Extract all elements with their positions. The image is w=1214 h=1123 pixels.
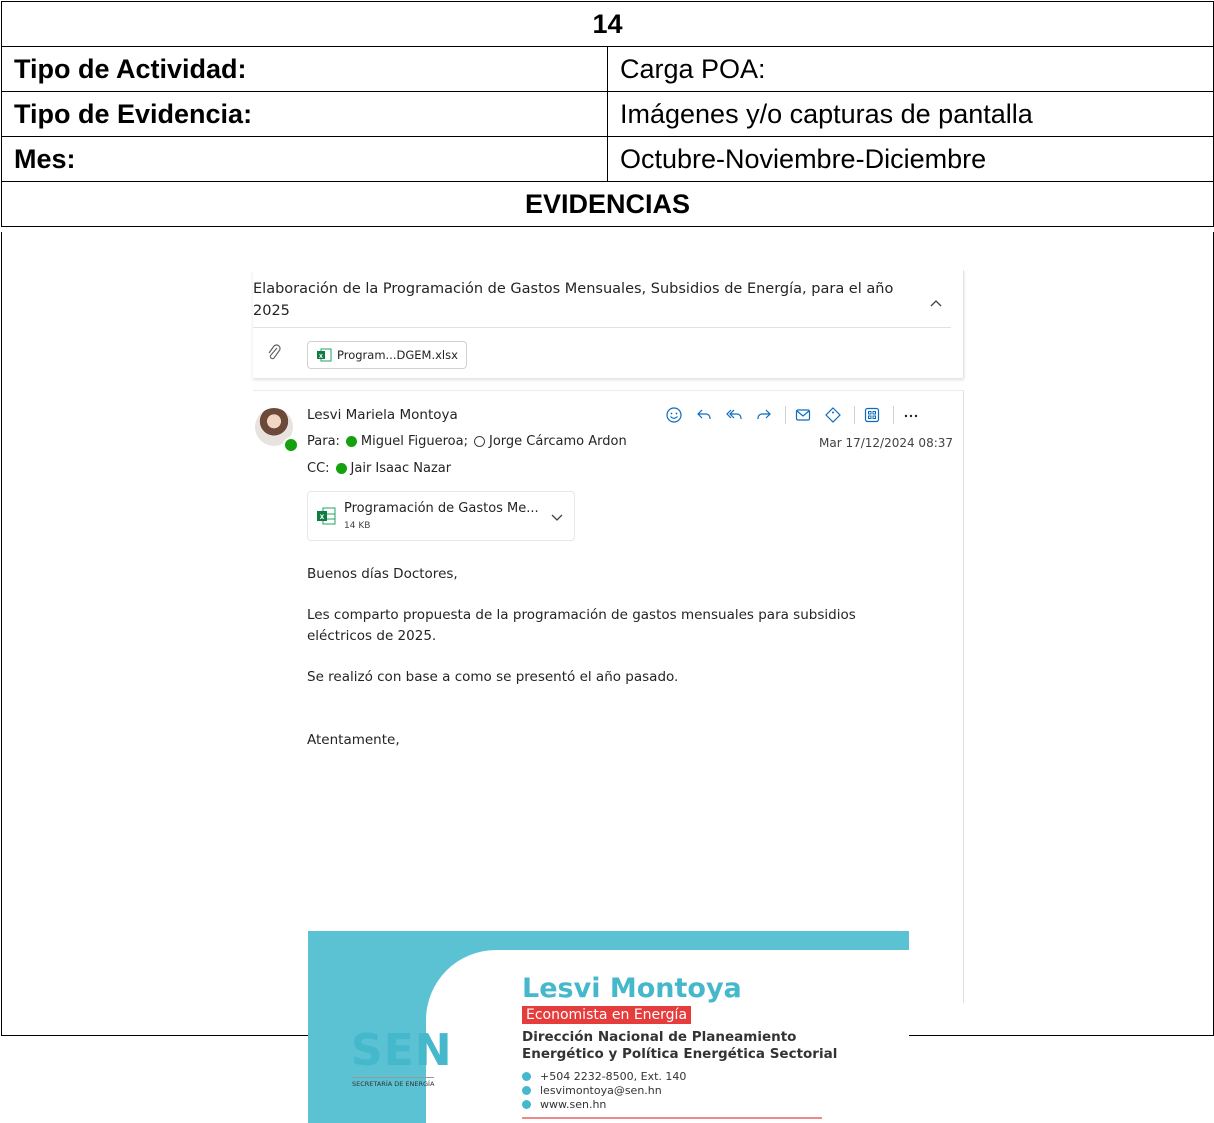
recipient[interactable]: Miguel Figueroa; <box>361 434 468 449</box>
signature-role: Economista en Energía <box>522 1006 692 1024</box>
presence-available-icon <box>345 436 357 447</box>
phone-icon <box>522 1072 531 1081</box>
apps-icon[interactable] <box>859 404 885 426</box>
activity-type-label: Tipo de Actividad: <box>1 46 608 92</box>
paperclip-icon <box>268 344 281 360</box>
email-signature: SEN SECRETARÍA DE ENERGÍA Lesvi Montoya … <box>308 931 909 1123</box>
signature-department: Dirección Nacional de Planeamiento Energ… <box>522 1029 838 1062</box>
message-actions <box>661 404 928 426</box>
presence-available-icon <box>335 463 347 474</box>
email-subject: Elaboración de la Programación de Gastos… <box>253 281 894 319</box>
body-closing: Atentamente, <box>307 732 400 748</box>
signature-phone-row: +504 2232-8500, Ext. 140 <box>522 1070 686 1083</box>
body-paragraph: Se realizó con base a como se presentó e… <box>307 669 679 685</box>
sent-date: Mar 17/12/2024 08:37 <box>819 436 954 450</box>
attachment-size: 14 KB <box>344 521 371 531</box>
divider <box>253 327 951 328</box>
evidence-type-value: Imágenes y/o capturas de pantalla <box>607 91 1214 137</box>
message-card: Lesvi Mariela Montoya Para: Miguel Figue… <box>253 390 964 1123</box>
sen-logo-subtitle: SECRETARÍA DE ENERGÍA <box>352 1077 435 1088</box>
chevron-up-icon[interactable] <box>929 296 943 310</box>
signature-email[interactable]: lesvimontoya@sen.hn <box>540 1084 662 1097</box>
email-icon <box>522 1086 531 1095</box>
signature-email-row: lesvimontoya@sen.hn <box>522 1084 662 1097</box>
chevron-down-icon[interactable] <box>550 510 564 524</box>
reply-icon[interactable] <box>691 404 717 426</box>
sender-name[interactable]: Lesvi Mariela Montoya <box>307 407 458 423</box>
toolbar-divider <box>785 406 786 424</box>
presence-available-icon <box>283 437 299 453</box>
evidence-section-title: EVIDENCIAS <box>1 181 1214 227</box>
attachment-chip[interactable]: x Program...DGEM.xlsx <box>307 341 467 369</box>
activity-form-table: 14 Tipo de Actividad: Carga POA: Tipo de… <box>1 1 1214 227</box>
sen-logo: SEN <box>351 1025 453 1076</box>
month-label: Mes: <box>1 136 608 182</box>
signature-web[interactable]: www.sen.hn <box>540 1098 606 1111</box>
reply-all-icon[interactable] <box>721 404 747 426</box>
subject-card: Elaboración de la Programación de Gastos… <box>253 270 964 378</box>
forward-icon[interactable] <box>751 404 777 426</box>
globe-icon <box>522 1100 531 1109</box>
more-icon[interactable] <box>898 404 924 426</box>
body-paragraph: Les comparto propuesta de la programació… <box>307 607 856 644</box>
cc-label: CC: <box>307 461 330 476</box>
attachment-card[interactable]: x Programación de Gastos Me... 14 KB <box>307 491 575 541</box>
month-value: Octubre-Noviembre-Diciembre <box>607 136 1214 182</box>
mail-icon[interactable] <box>790 404 816 426</box>
toolbar-divider <box>893 406 894 424</box>
to-label: Para: <box>307 434 340 449</box>
attachment-chip-name: Program...DGEM.xlsx <box>337 348 458 362</box>
toolbar-divider <box>854 406 855 424</box>
svg-text:x: x <box>320 512 325 521</box>
signature-divider <box>522 1117 822 1119</box>
emoji-icon[interactable] <box>661 404 687 426</box>
evidence-type-label: Tipo de Evidencia: <box>1 91 608 137</box>
cc-line: CC: Jair Isaac Nazar <box>307 461 451 476</box>
signature-web-row: www.sen.hn <box>522 1098 606 1111</box>
body-greeting: Buenos días Doctores, <box>307 566 458 582</box>
signature-name: Lesvi Montoya <box>522 973 742 1004</box>
excel-icon: x <box>317 348 332 362</box>
excel-icon: x <box>317 507 336 525</box>
activity-number: 14 <box>1 1 1214 47</box>
tag-icon[interactable] <box>820 404 846 426</box>
to-line: Para: Miguel Figueroa; Jorge Cárcamo Ard… <box>307 434 627 449</box>
activity-type-value: Carga POA: <box>607 46 1214 92</box>
recipient[interactable]: Jorge Cárcamo Ardon <box>489 434 627 449</box>
cc-recipient[interactable]: Jair Isaac Nazar <box>351 461 452 476</box>
presence-offline-icon <box>473 436 485 447</box>
svg-text:x: x <box>319 353 323 360</box>
attachment-name: Programación de Gastos Me... <box>344 501 539 516</box>
email-screenshot: Elaboración de la Programación de Gastos… <box>253 270 965 1123</box>
signature-phone: +504 2232-8500, Ext. 140 <box>540 1070 687 1083</box>
